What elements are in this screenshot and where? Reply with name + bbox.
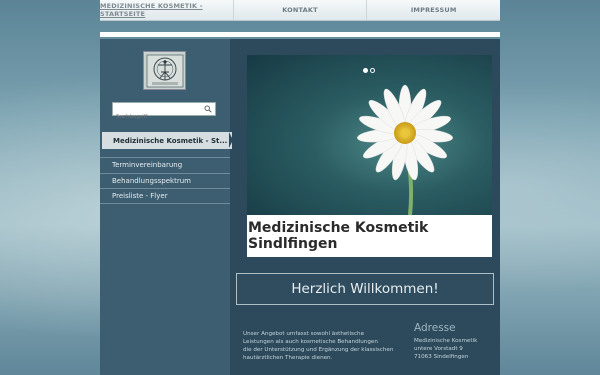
sidebar-item-label: Medizinische Kosmetik - St... — [113, 136, 228, 145]
intro-line: Unser Angebot umfasst sowohl ästhetische — [243, 331, 365, 337]
sidebar-item-label: Terminvereinbarung — [112, 161, 183, 170]
page-container: Medizinische Kosmetik - St... Terminvere… — [100, 39, 500, 375]
page-title: Medizinische Kosmetik Sindlfingen — [248, 220, 429, 252]
search-input[interactable] — [113, 111, 205, 123]
nav-startseite[interactable]: MEDIZINISCHE KOSMETIK - STARTSEITE — [100, 0, 234, 20]
search-box — [112, 102, 216, 123]
sidebar-item-terminvereinbarung[interactable]: Terminvereinbarung — [100, 157, 230, 173]
nav-impressum[interactable]: IMPRESSUM — [367, 0, 500, 20]
address-line: Medizinische Kosmetik — [414, 338, 478, 344]
top-navigation: MEDIZINISCHE KOSMETIK - STARTSEITE KONTA… — [100, 0, 500, 21]
address-line: untere Vorstadt 9 — [414, 346, 463, 352]
intro-line: Leistungen als auch kosmetische Behandlu… — [243, 339, 378, 345]
slide-dot-1[interactable] — [363, 68, 368, 73]
daisy-flower-image — [357, 84, 453, 215]
sidebar-item-preisliste[interactable]: Preisliste - Flyer — [100, 188, 230, 204]
slide-dot-2[interactable] — [370, 68, 375, 73]
page-title-box: Medizinische Kosmetik Sindlfingen — [247, 215, 492, 257]
sidebar-item-startseite[interactable]: Medizinische Kosmetik - St... — [102, 132, 232, 149]
hero-slideshow[interactable] — [247, 55, 492, 215]
sidebar-item-behandlungsspektrum[interactable]: Behandlungsspektrum — [100, 172, 230, 189]
header-divider — [100, 32, 500, 37]
sidebar-item-label: Preisliste - Flyer — [112, 191, 168, 200]
welcome-text: Herzlich Willkommen! — [291, 281, 439, 297]
slide-indicators — [363, 68, 375, 73]
sidebar-item-label: Behandlungsspektrum — [112, 176, 191, 185]
nav-kontakt[interactable]: KONTAKT — [234, 0, 368, 20]
sidebar-menu: Terminvereinbarung Behandlungsspektrum P… — [100, 157, 230, 204]
search-icon[interactable] — [204, 105, 212, 113]
welcome-banner: Herzlich Willkommen! — [236, 273, 494, 305]
sidebar: Medizinische Kosmetik - St... Terminvere… — [100, 39, 232, 375]
address-block: Adresse Medizinische Kosmetik untere Vor… — [414, 322, 500, 361]
logo[interactable] — [143, 51, 186, 90]
intro-line: hautärztlichen Therapie dienen. — [243, 355, 333, 361]
address-heading: Adresse — [414, 322, 456, 334]
intro-text: Unser Angebot umfasst sowohl ästhetische… — [243, 330, 408, 362]
intro-line: die der Unterstützung und Ergänzung der … — [243, 347, 394, 353]
address-line: 71063 Sindelfingen — [414, 354, 469, 360]
logo-emblem-icon — [146, 54, 183, 87]
